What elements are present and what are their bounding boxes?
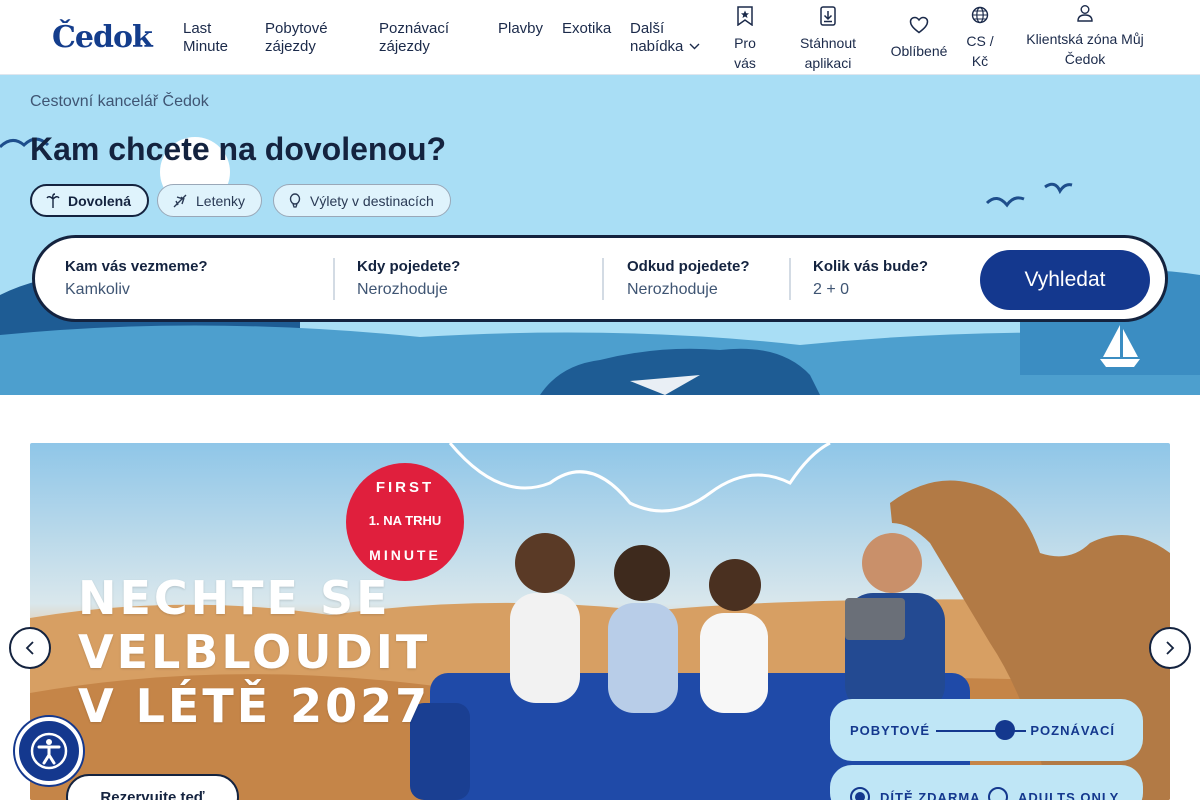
chevron-right-icon: [1166, 641, 1175, 655]
carousel-next-button[interactable]: [1149, 627, 1191, 669]
headline-line: V LÉTĚ 2027: [78, 679, 431, 733]
toggle-knob[interactable]: [995, 720, 1015, 740]
heart-icon: [886, 16, 952, 39]
nav-label: Poznávací: [379, 20, 450, 37]
util-label: Čedok: [1064, 51, 1106, 67]
user-icon: [1018, 4, 1152, 27]
util-label: vás: [734, 55, 756, 71]
accessibility-icon: [30, 732, 68, 770]
util-label: Oblíbené: [890, 43, 948, 59]
field-label: Kolik vás bude?: [813, 258, 929, 275]
divider: [333, 258, 335, 300]
field-value: Nerozhoduje: [357, 281, 448, 298]
nav-plavby[interactable]: Plavby: [498, 20, 543, 38]
divider: [789, 258, 791, 300]
audience-radio-group: DÍTĚ ZDARMA ADULTS ONLY: [830, 765, 1143, 800]
trip-type-toggle[interactable]: POBYTOVÉ POZNÁVACÍ: [830, 699, 1143, 761]
search-bar: Kam vás vezmeme? Kamkoliv Kdy pojedete? …: [32, 235, 1168, 322]
nav-label: zájezdy: [265, 38, 316, 55]
carousel-prev-button[interactable]: [9, 627, 51, 669]
tab-label: Letenky: [196, 192, 246, 209]
headline-line: NECHTE SE: [78, 571, 391, 625]
badge-text: 1. NA TRHU: [368, 513, 442, 528]
bookmark-star-icon: [728, 6, 762, 31]
search-button[interactable]: Vyhledat: [980, 250, 1150, 310]
first-minute-badge: FIRST 1. NA TRHU MINUTE: [346, 463, 464, 581]
field-label: Kam vás vezmeme?: [65, 258, 208, 275]
for-you-link[interactable]: Pro vás: [728, 6, 762, 73]
palm-icon: [46, 192, 60, 209]
badge-text: MINUTE: [369, 547, 441, 563]
nav-label: zájezdy: [379, 38, 430, 55]
client-zone-link[interactable]: Klientská zóna Můj Čedok: [1018, 4, 1152, 69]
util-label: CS /: [966, 33, 994, 49]
field-value: Nerozhoduje: [627, 281, 718, 298]
tab-label: Výlety v destinacích: [310, 192, 434, 209]
nav-pobytove-zajezdy[interactable]: Pobytové zájezdy: [265, 20, 328, 56]
travelers-field[interactable]: Kolik vás bude? 2 + 0: [813, 258, 928, 299]
badge-text: FIRST: [375, 479, 435, 496]
globe-icon: [962, 6, 998, 29]
field-value: 2 + 0: [813, 281, 850, 298]
nav-exotika[interactable]: Exotika: [562, 20, 611, 38]
nav-label: nabídka: [630, 38, 684, 55]
nav-label: Další: [630, 20, 665, 37]
download-app-link[interactable]: Stáhnout aplikaci: [790, 6, 866, 73]
util-label: Stáhnout: [799, 35, 857, 51]
tab-label: Dovolená: [68, 192, 132, 209]
util-label: Pro: [734, 35, 756, 51]
divider: [602, 258, 604, 300]
field-label: Kdy pojedete?: [357, 258, 461, 275]
tab-dovolena[interactable]: Dovolená: [30, 184, 150, 217]
chevron-left-icon: [25, 641, 34, 655]
locale-switcher[interactable]: CS / Kč: [962, 6, 998, 71]
site-header: Čedok Last Minute Pobytové zájezdy Pozná…: [0, 0, 1200, 75]
headline-line: VELBLOUDIT: [78, 625, 431, 679]
nav-dalsi-nabidka[interactable]: Další nabídka: [630, 20, 700, 56]
radio-selected-icon: [850, 787, 870, 800]
toggle-left-label: POBYTOVÉ: [850, 723, 931, 738]
radio-label: ADULTS ONLY: [1018, 789, 1120, 800]
util-label: aplikaci: [804, 55, 852, 71]
nav-label: Last: [183, 20, 212, 37]
radio-empty-icon: [988, 787, 1008, 800]
cedok-logo[interactable]: Čedok: [52, 20, 153, 55]
util-label: Klientská zóna Můj: [1026, 31, 1144, 47]
radio-child-free[interactable]: DÍTĚ ZDARMA: [850, 787, 981, 800]
radio-adults-only[interactable]: ADULTS ONLY: [988, 787, 1119, 800]
page-title: Kam chcete na dovolenou?: [30, 131, 447, 167]
nav-label: Minute: [183, 38, 229, 55]
field-value: Kamkoliv: [65, 281, 130, 298]
download-icon: [790, 6, 866, 31]
nav-poznavaci-zajezdy[interactable]: Poznávací zájezdy: [379, 20, 449, 56]
nav-label: Plavby: [498, 20, 544, 37]
radio-label: DÍTĚ ZDARMA: [880, 789, 981, 800]
nav-label: Pobytové: [265, 20, 328, 37]
banner-headline: NECHTE SE VELBLOUDIT V LÉTĚ 2027: [78, 571, 430, 733]
tab-vylety[interactable]: Výlety v destinacích: [273, 184, 451, 217]
plane-icon: [172, 193, 188, 209]
departure-field[interactable]: Odkud pojedete? Nerozhoduje: [627, 258, 750, 299]
breadcrumb[interactable]: Cestovní kancelář Čedok: [30, 93, 209, 111]
nav-last-minute[interactable]: Last Minute: [183, 20, 228, 56]
tab-letenky[interactable]: Letenky: [157, 184, 263, 217]
promo-banner[interactable]: NECHTE SE VELBLOUDIT V LÉTĚ 2027 FIRST 1…: [30, 443, 1170, 800]
toggle-right-label: POZNÁVACÍ: [1030, 723, 1115, 738]
nav-label: Exotika: [562, 20, 612, 37]
balloon-icon: [288, 192, 302, 209]
book-now-button[interactable]: Rezervujte teď: [66, 774, 239, 800]
accessibility-button[interactable]: [15, 717, 83, 785]
chevron-down-icon: [689, 38, 700, 56]
field-label: Odkud pojedete?: [627, 258, 750, 275]
destination-field[interactable]: Kam vás vezmeme? Kamkoliv: [65, 258, 208, 299]
date-field[interactable]: Kdy pojedete? Nerozhoduje: [357, 258, 460, 299]
favorites-link[interactable]: Oblíbené: [886, 16, 952, 61]
hero-section: Cestovní kancelář Čedok Kam chcete na do…: [0, 75, 1200, 395]
util-label: Kč: [971, 53, 989, 69]
